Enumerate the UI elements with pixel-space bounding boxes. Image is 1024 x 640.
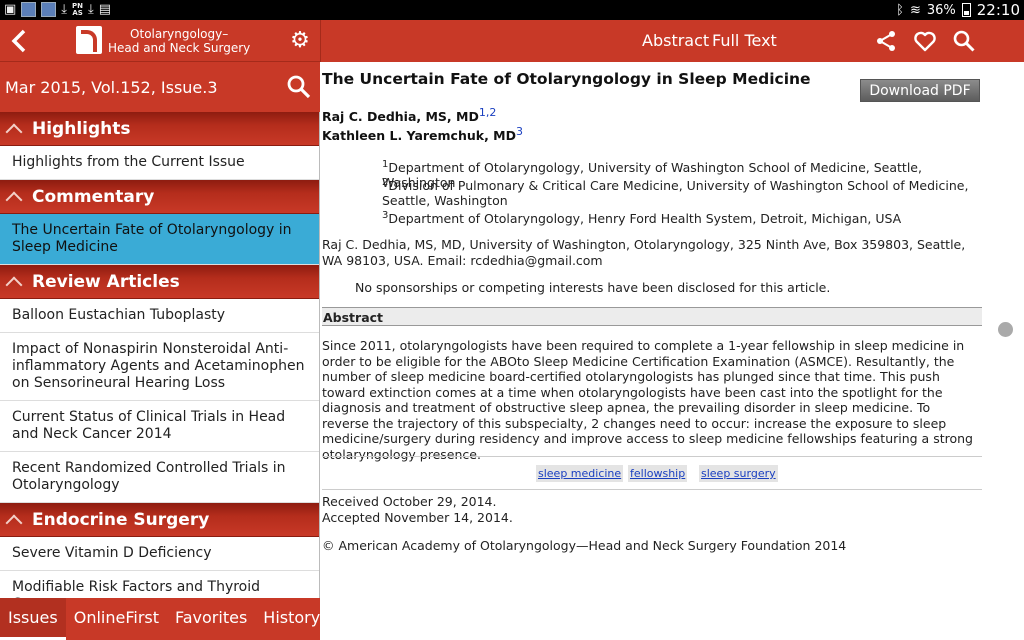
share-icon bbox=[877, 31, 895, 51]
section-header-review-articles[interactable]: Review Articles bbox=[0, 265, 319, 299]
keywords: sleep medicine fellowship sleep surgery bbox=[322, 456, 982, 490]
toc-item[interactable]: Modifiable Risk Factors and Thyroid Canc… bbox=[0, 571, 319, 598]
article-header: Abstract Full Text bbox=[320, 20, 1024, 62]
share-button[interactable] bbox=[874, 29, 898, 53]
author-2-affiliation-link[interactable]: 3 bbox=[516, 125, 523, 138]
jop-icon bbox=[41, 2, 57, 17]
article-content[interactable]: The Uncertain Fate of Otolaryngology in … bbox=[322, 62, 982, 640]
author-1: Raj C. Dedhia, MS, MD1,2 bbox=[322, 106, 497, 125]
notification-icons: ▣ ⤓ PN AS ⤓ ▤ bbox=[4, 2, 111, 17]
bluetooth-icon: ᛒ bbox=[896, 2, 904, 18]
journal-title: Otolaryngology– Head and Neck Surgery bbox=[108, 27, 251, 55]
tab-full-text[interactable]: Full Text bbox=[712, 31, 777, 50]
back-button[interactable] bbox=[6, 26, 34, 56]
toc-item[interactable]: Current Status of Clinical Trials in Hea… bbox=[0, 401, 319, 452]
section-header-commentary[interactable]: Commentary bbox=[0, 180, 319, 214]
section-header-endocrine-surgery[interactable]: Endocrine Surgery bbox=[0, 503, 319, 537]
accepted-date: Accepted November 14, 2014. bbox=[322, 509, 513, 525]
favorite-button[interactable] bbox=[913, 29, 937, 53]
keyword-link[interactable]: fellowship bbox=[628, 465, 688, 482]
pnas-icon: PN AS bbox=[72, 1, 84, 17]
toc-item[interactable]: Highlights from the Current Issue bbox=[0, 146, 319, 180]
battery-icon bbox=[961, 3, 971, 17]
jop-icon bbox=[21, 2, 37, 17]
tab-abstract[interactable]: Abstract bbox=[642, 31, 709, 50]
back-arrow-icon bbox=[11, 29, 26, 53]
chevron-up-icon bbox=[5, 514, 23, 531]
bottom-tab-bar: Issues OnlineFirst Favorites History bbox=[0, 598, 320, 640]
clock: 22:10 bbox=[976, 1, 1020, 19]
search-icon bbox=[953, 30, 975, 52]
affiliation-3: 3Department of Otolaryngology, Henry For… bbox=[382, 210, 902, 227]
table-of-contents[interactable]: Highlights Highlights from the Current I… bbox=[0, 112, 320, 598]
download-icon: ⤓ bbox=[61, 2, 68, 17]
disclosure: No sponsorships or competing interests h… bbox=[355, 280, 831, 295]
toc-item-selected[interactable]: The Uncertain Fate of Otolaryngology in … bbox=[0, 214, 319, 265]
section-header-highlights[interactable]: Highlights bbox=[0, 112, 319, 146]
keyword-link[interactable]: sleep surgery bbox=[699, 465, 778, 482]
download-icon: ⤓ bbox=[88, 2, 94, 17]
article-dates: Received October 29, 2014. Accepted Nove… bbox=[322, 494, 513, 525]
settings-button[interactable]: ⚙ bbox=[286, 28, 314, 56]
tab-favorites[interactable]: Favorites bbox=[167, 598, 255, 640]
download-pdf-button[interactable]: Download PDF bbox=[860, 79, 980, 102]
system-icons: ᛒ ≋ 36% 22:10 bbox=[896, 1, 1020, 19]
received-date: Received October 29, 2014. bbox=[322, 494, 497, 509]
chevron-up-icon bbox=[5, 123, 23, 140]
search-icon bbox=[287, 75, 311, 99]
toc-item[interactable]: Recent Randomized Controlled Trials in O… bbox=[0, 452, 319, 503]
abstract-heading: Abstract bbox=[322, 307, 982, 326]
article-title: The Uncertain Fate of Otolaryngology in … bbox=[322, 70, 811, 88]
clipboard-icon: ▤ bbox=[98, 2, 112, 17]
copyright: © American Academy of Otolaryngology—Hea… bbox=[322, 538, 847, 553]
toc-item[interactable]: Severe Vitamin D Deficiency bbox=[0, 537, 319, 571]
toc-item[interactable]: Balloon Eustachian Tuboplasty bbox=[0, 299, 319, 333]
status-bar: ▣ ⤓ PN AS ⤓ ▤ ᛒ ≋ 36% 22:10 bbox=[0, 0, 1024, 20]
chevron-up-icon bbox=[5, 276, 23, 293]
journal-logo bbox=[76, 26, 102, 54]
heart-icon bbox=[914, 31, 936, 52]
author-2: Kathleen L. Yaremchuk, MD3 bbox=[322, 125, 523, 144]
screenshot-icon: ▣ bbox=[4, 2, 17, 17]
scroll-handle[interactable] bbox=[998, 322, 1013, 337]
gear-icon: ⚙ bbox=[290, 28, 310, 53]
issue-label: Mar 2015, Vol.152, Issue.3 bbox=[5, 78, 218, 97]
keyword-link[interactable]: sleep medicine bbox=[536, 465, 624, 482]
tab-issues[interactable]: Issues bbox=[0, 598, 66, 640]
battery-percent: 36% bbox=[926, 2, 956, 18]
tab-onlinefirst[interactable]: OnlineFirst bbox=[66, 598, 167, 640]
tab-history[interactable]: History bbox=[255, 598, 328, 640]
article-search-button[interactable] bbox=[952, 29, 976, 53]
wifi-icon: ≋ bbox=[909, 2, 921, 18]
correspondence: Raj C. Dedhia, MS, MD, University of Was… bbox=[322, 237, 966, 268]
toc-item[interactable]: Impact of Nonaspirin Nonsteroidal Anti-i… bbox=[0, 333, 319, 401]
chevron-up-icon bbox=[5, 191, 23, 208]
search-button[interactable] bbox=[286, 74, 312, 100]
author-1-affiliation-link[interactable]: 1,2 bbox=[479, 106, 497, 119]
left-app-header: Otolaryngology– Head and Neck Surgery ⚙ bbox=[0, 20, 320, 62]
issue-bar: Mar 2015, Vol.152, Issue.3 bbox=[0, 62, 320, 112]
affiliation-2: 2Division of Pulmonary & Critical Care M… bbox=[382, 177, 969, 209]
abstract-text: Since 2011, otolaryngologists have been … bbox=[322, 338, 973, 462]
